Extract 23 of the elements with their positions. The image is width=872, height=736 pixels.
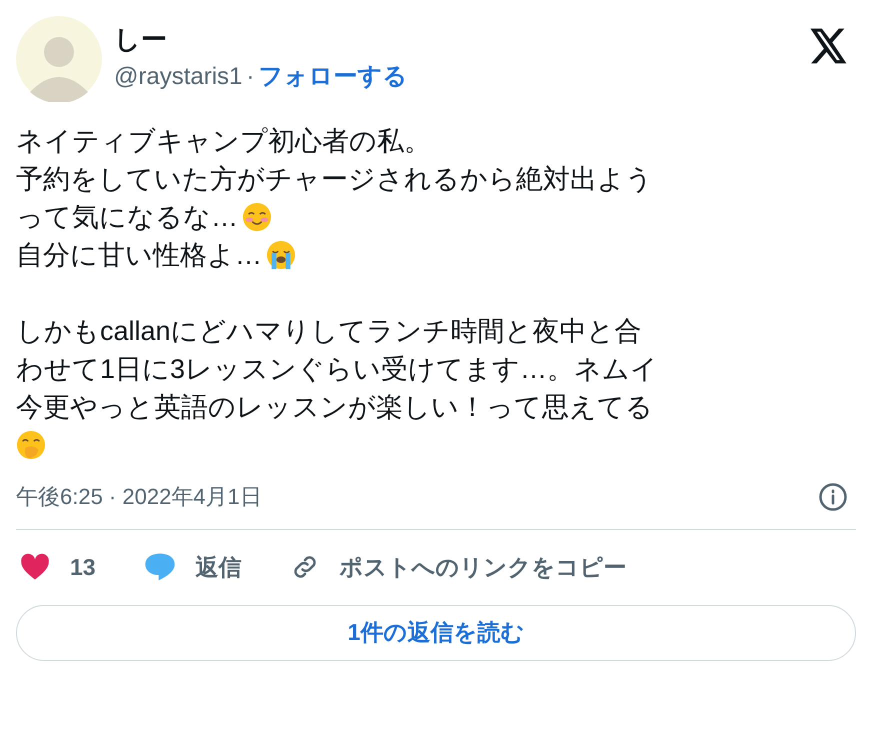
smiling-face-icon bbox=[242, 202, 272, 232]
face-with-hand-icon bbox=[16, 430, 46, 460]
like-button[interactable]: 13 bbox=[20, 550, 96, 584]
read-replies-button[interactable]: 1件の返信を読む bbox=[16, 604, 856, 660]
post-text: わせて1日に3レッスンぐらい受けてます…。ネムイ bbox=[16, 353, 658, 386]
post-text: 自分に甘い性格よ… bbox=[16, 239, 262, 272]
post-text: しかもcallanにどハマりしてランチ時間と夜中と合 bbox=[16, 315, 642, 348]
author-name: しー bbox=[114, 23, 168, 55]
follow-link[interactable]: フォローする bbox=[258, 59, 408, 95]
speech-bubble-icon bbox=[144, 552, 176, 582]
author-handle: @raystaris1 bbox=[114, 62, 242, 92]
separator-dot: · bbox=[246, 62, 254, 92]
x-logo-icon[interactable] bbox=[810, 28, 848, 64]
heart-icon bbox=[20, 553, 50, 582]
post-text: 今更やっと英語のレッスンが楽しい！って思えてる bbox=[16, 391, 653, 424]
reply-button[interactable]: 返信 bbox=[144, 550, 242, 584]
post-text: 予約をしていた方がチャージされるから絶対出よう bbox=[16, 163, 653, 196]
post-text: ネイティブキャンプ初心者の私。 bbox=[16, 125, 431, 158]
timestamp[interactable]: 午後6:25 · 2022年4月1日 bbox=[16, 480, 262, 513]
copy-link-button[interactable]: ポストへのリンクをコピー bbox=[290, 550, 627, 584]
post-text: って気になるな… bbox=[16, 201, 238, 234]
crying-face-icon bbox=[266, 240, 296, 270]
info-icon[interactable] bbox=[818, 482, 848, 512]
